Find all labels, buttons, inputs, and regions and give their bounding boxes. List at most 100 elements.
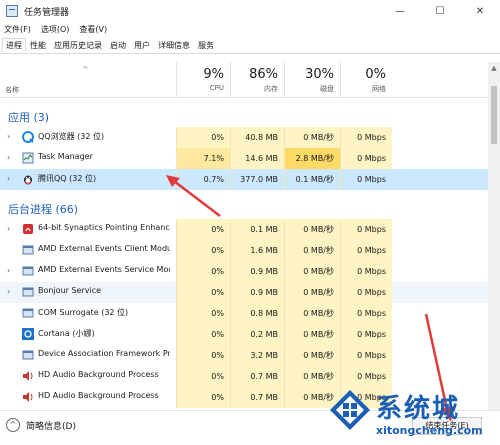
column-network[interactable]: 0% 网络	[340, 62, 392, 98]
memory-value: 1.6 MB	[230, 240, 284, 261]
tab-services[interactable]: 服务	[194, 38, 218, 53]
service-icon	[22, 266, 34, 276]
process-row[interactable]: COM Surrogate (32 位) 0% 0.8 MB 0 MB/秒 0 …	[0, 303, 488, 324]
column-header: ^ 名称 9% CPU 86% 内存 30% 磁盘 0% 网络	[0, 62, 500, 98]
close-button[interactable]: ✕	[460, 0, 500, 22]
expand-chevron-icon[interactable]: ›	[7, 174, 10, 183]
process-row-selected[interactable]: › 腾讯QQ (32 位) 0.7% 377.0 MB 0.1 MB/秒 0 M…	[0, 169, 488, 190]
process-row[interactable]: › QQ浏览器 (32 位) 0% 40.8 MB 0 MB/秒 0 Mbps	[0, 127, 488, 148]
memory-value: 0.2 MB	[230, 324, 284, 345]
watermark-brand: 系统城	[376, 394, 461, 424]
network-value: 0 Mbps	[340, 345, 392, 366]
disk-value: 0.1 MB/秒	[284, 169, 340, 190]
process-row[interactable]: Cortana (小娜) 0% 0.2 MB 0 MB/秒 0 Mbps	[0, 324, 488, 345]
disk-value: 0 MB/秒	[284, 324, 340, 345]
column-cpu[interactable]: 9% CPU	[176, 62, 230, 98]
memory-value: 0.7 MB	[230, 366, 284, 387]
disk-value: 0 MB/秒	[284, 219, 340, 240]
network-value: 0 Mbps	[340, 148, 392, 169]
title-bar: 任务管理器 — ☐ ✕	[0, 0, 500, 22]
sort-caret-icon[interactable]: ^	[82, 65, 89, 74]
fewer-details-link[interactable]: 简略信息(D)	[26, 419, 76, 432]
expand-chevron-icon[interactable]: ›	[7, 224, 10, 233]
service-icon	[22, 287, 34, 297]
network-value: 0 Mbps	[340, 261, 392, 282]
memory-value: 377.0 MB	[230, 169, 284, 190]
tab-users[interactable]: 用户	[130, 38, 154, 53]
column-memory[interactable]: 86% 内存	[230, 62, 284, 98]
process-row[interactable]: › 64-bit Synaptics Pointing Enhance... 0…	[0, 219, 488, 240]
window-title: 任务管理器	[24, 7, 70, 18]
cpu-label: CPU	[209, 84, 224, 92]
column-disk[interactable]: 30% 磁盘	[284, 62, 340, 98]
cpu-value: 0%	[176, 261, 230, 282]
scroll-thumb[interactable]	[491, 86, 497, 144]
tab-performance[interactable]: 性能	[26, 38, 50, 53]
menu-bar: 文件(F) 选项(O) 查看(V)	[0, 22, 117, 36]
scroll-up-icon[interactable]: ▲	[488, 62, 500, 74]
memory-value: 0.7 MB	[230, 387, 284, 408]
tab-startup[interactable]: 启动	[106, 38, 130, 53]
expand-chevron-icon[interactable]: ›	[7, 266, 10, 275]
memory-value: 40.8 MB	[230, 127, 284, 148]
disk-value: 0 MB/秒	[284, 366, 340, 387]
process-name: QQ浏览器 (32 位)	[38, 132, 105, 141]
qq-penguin-icon	[24, 175, 32, 185]
cpu-value: 0%	[176, 366, 230, 387]
cpu-value: 0%	[176, 345, 230, 366]
disk-value: 2.8 MB/秒	[284, 148, 340, 169]
menu-options[interactable]: 选项(O)	[41, 24, 70, 35]
process-name: Bonjour Service	[38, 286, 102, 295]
column-name-label[interactable]: 名称	[5, 85, 19, 95]
cpu-value: 7.1%	[176, 148, 230, 169]
disk-label: 磁盘	[320, 85, 334, 93]
disk-value: 0 MB/秒	[284, 240, 340, 261]
tab-processes[interactable]: 进程	[2, 38, 26, 53]
process-row[interactable]: › AMD External Events Service Mod... 0% …	[0, 261, 488, 282]
window-controls: — ☐ ✕	[380, 0, 500, 22]
disk-value: 0 MB/秒	[284, 127, 340, 148]
network-value: 0 Mbps	[340, 219, 392, 240]
process-name: Task Manager	[38, 152, 93, 161]
memory-value: 0.9 MB	[230, 282, 284, 303]
section-background: 后台进程 (66)	[0, 198, 488, 219]
tab-details[interactable]: 详细信息	[154, 38, 194, 53]
tab-app-history[interactable]: 应用历史记录	[50, 38, 106, 53]
section-apps-title: 应用 (3)	[8, 111, 50, 124]
process-row[interactable]: AMD External Events Client Module 0% 1.6…	[0, 240, 488, 261]
service-icon	[22, 245, 34, 255]
menu-file[interactable]: 文件(F)	[4, 24, 31, 35]
memory-label: 内存	[264, 85, 278, 93]
process-row[interactable]: › Bonjour Service 0% 0.9 MB 0 MB/秒 0 Mbp…	[0, 282, 488, 303]
network-value: 0 Mbps	[340, 324, 392, 345]
vertical-scrollbar[interactable]: ▲	[488, 62, 500, 410]
task-manager-icon	[22, 152, 34, 164]
memory-value: 3.2 MB	[230, 345, 284, 366]
minimize-button[interactable]: —	[380, 0, 420, 22]
process-name: AMD External Events Client Module	[38, 244, 170, 253]
process-name: AMD External Events Service Mod...	[38, 265, 170, 274]
process-name: 64-bit Synaptics Pointing Enhance...	[38, 223, 170, 232]
collapse-up-icon[interactable]: ^	[6, 418, 20, 432]
process-row[interactable]: HD Audio Background Process 0% 0.7 MB 0 …	[0, 366, 488, 387]
memory-total: 86%	[249, 67, 278, 82]
network-value: 0 Mbps	[340, 303, 392, 324]
section-background-title: 后台进程 (66)	[8, 203, 79, 216]
maximize-button[interactable]: ☐	[420, 0, 460, 22]
service-icon	[22, 350, 34, 360]
expand-chevron-icon[interactable]: ›	[7, 153, 10, 162]
process-row[interactable]: Device Association Framework Pro... 0% 3…	[0, 345, 488, 366]
process-name: HD Audio Background Process	[38, 391, 159, 400]
task-manager-icon	[6, 5, 18, 17]
expand-chevron-icon[interactable]: ›	[7, 287, 10, 296]
menu-view[interactable]: 查看(V)	[79, 24, 107, 35]
process-name: Cortana (小娜)	[38, 329, 95, 338]
cpu-value: 0%	[176, 219, 230, 240]
expand-chevron-icon[interactable]: ›	[7, 132, 10, 141]
process-row[interactable]: › Task Manager 7.1% 14.6 MB 2.8 MB/秒 0 M…	[0, 148, 488, 169]
cpu-total: 9%	[203, 67, 224, 82]
section-apps: 应用 (3)	[0, 106, 488, 127]
network-value: 0 Mbps	[340, 282, 392, 303]
process-name: Device Association Framework Pro...	[38, 349, 170, 358]
cpu-value: 0%	[176, 240, 230, 261]
